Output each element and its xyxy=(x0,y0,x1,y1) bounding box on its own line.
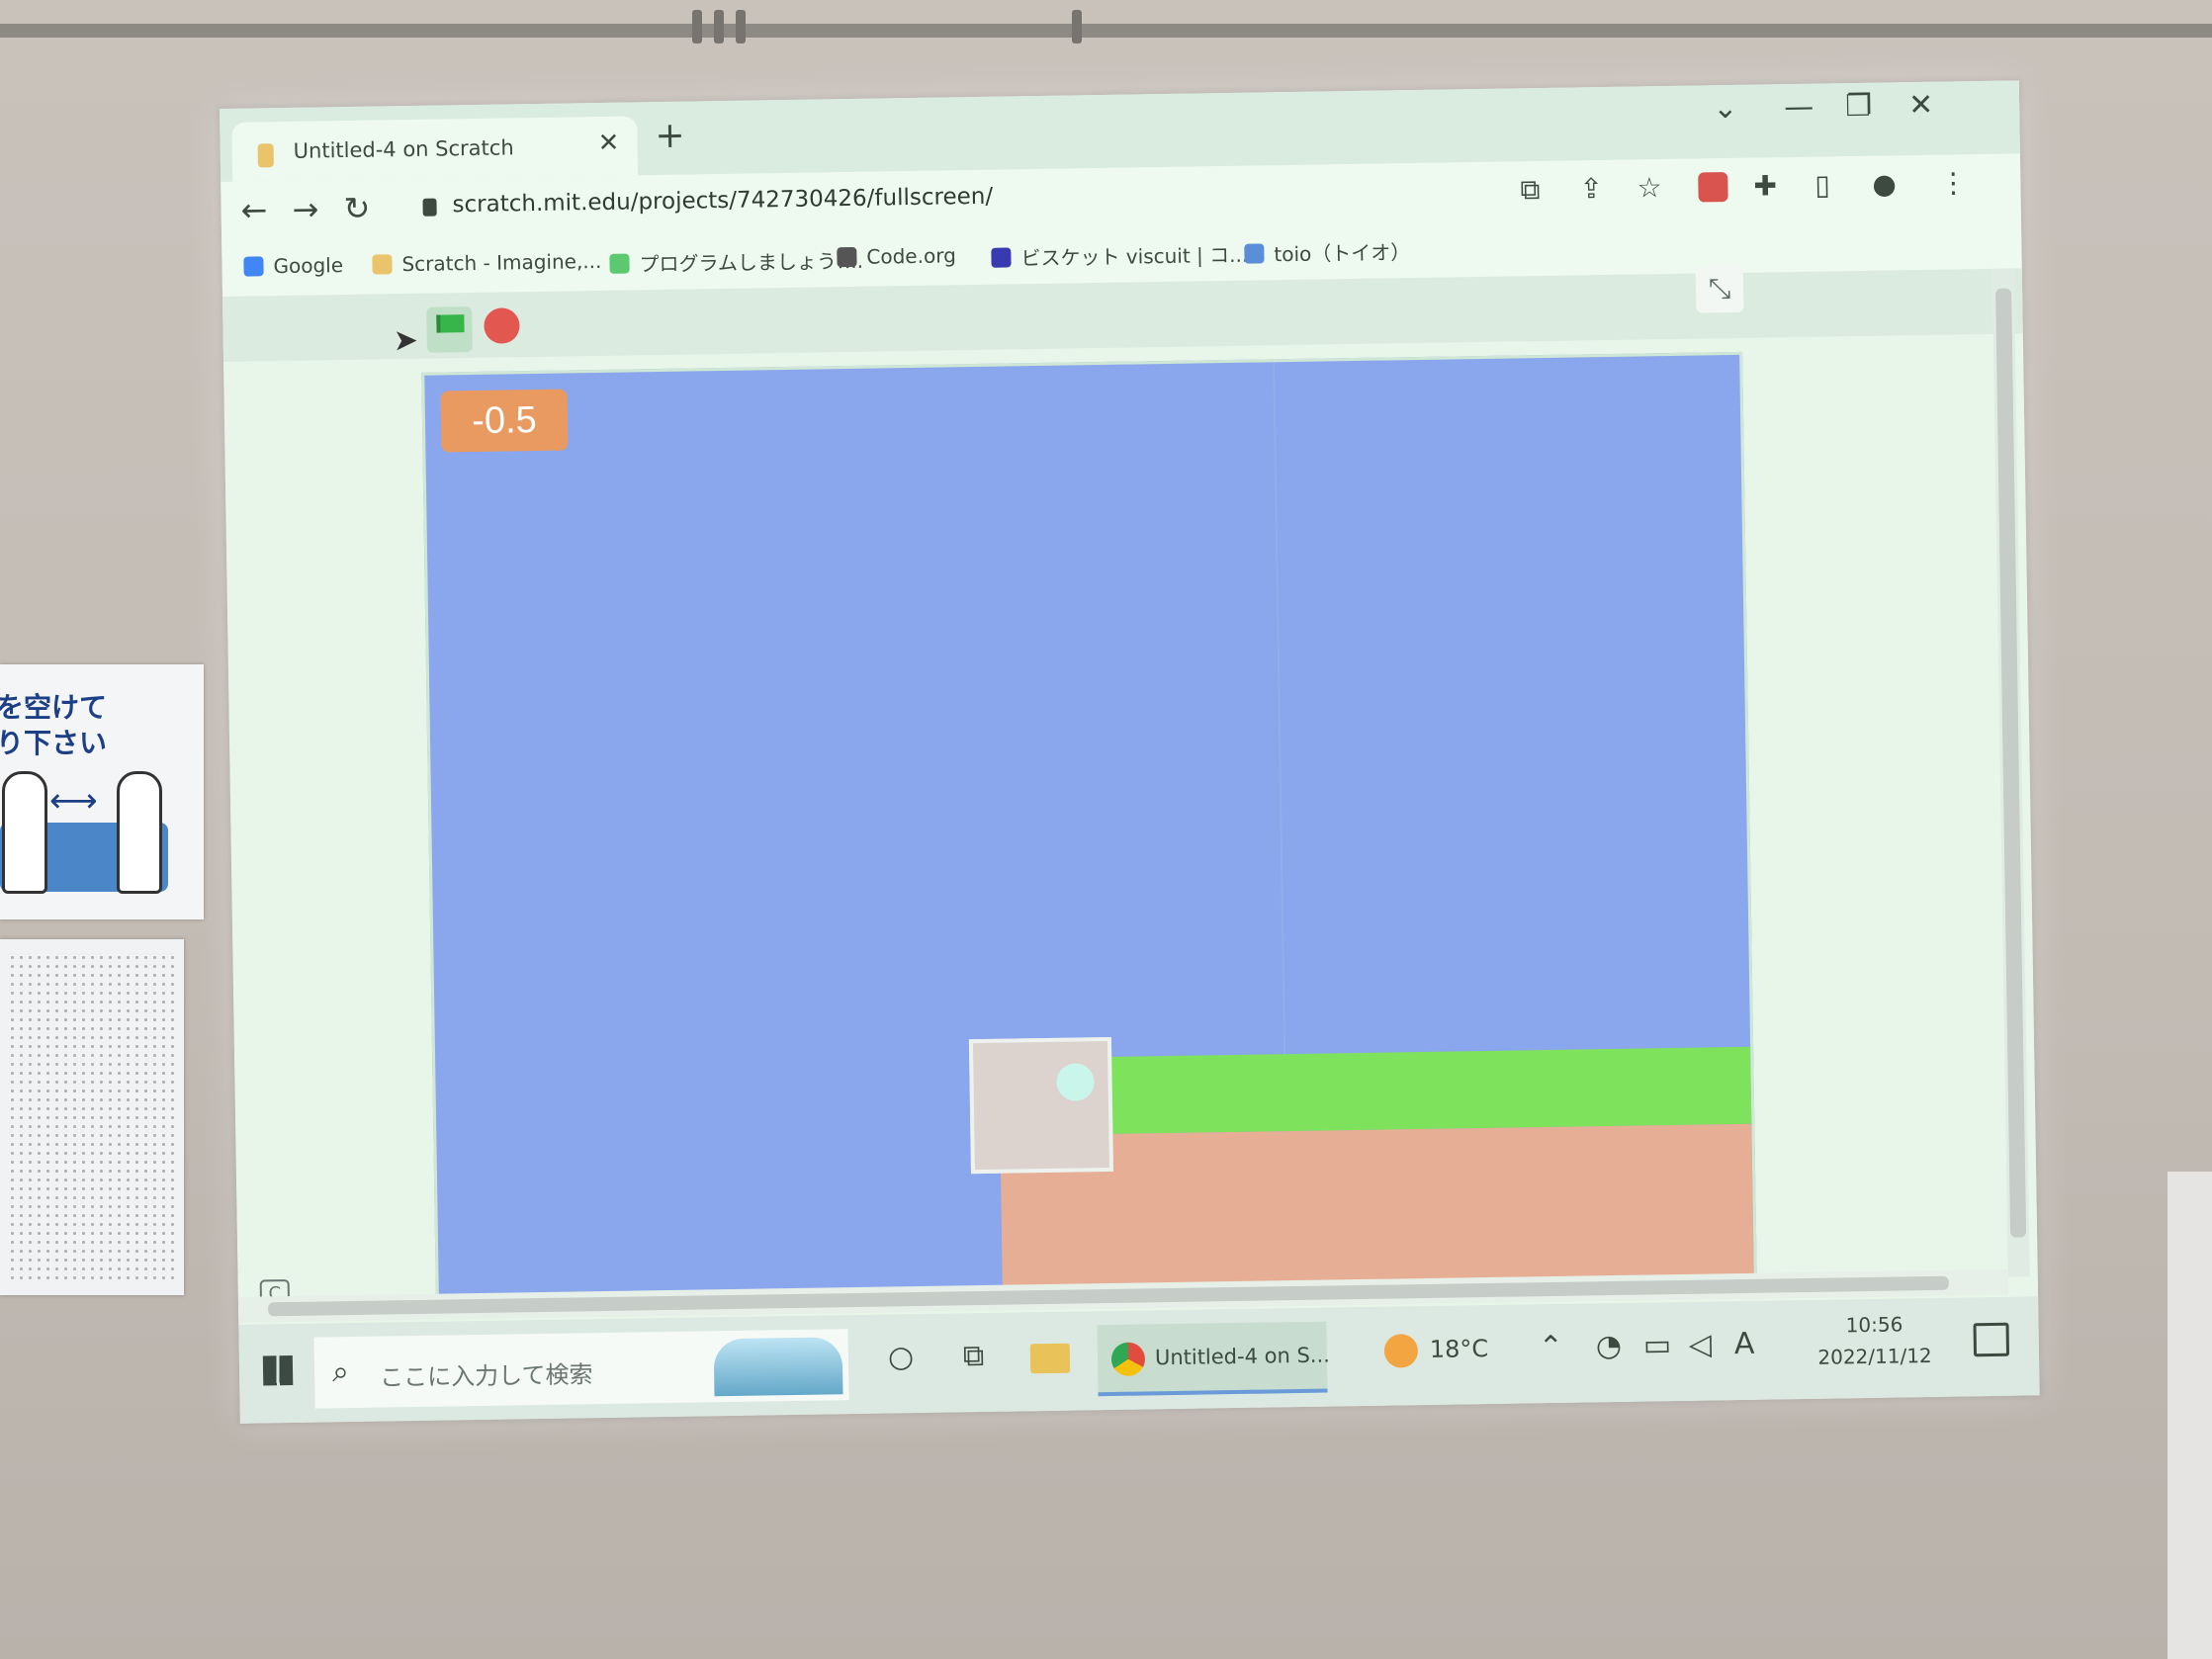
grass-platform xyxy=(1107,1046,1752,1135)
task-view-icon[interactable]: ⧉ xyxy=(963,1339,985,1373)
search-placeholder: ここに入力して検索 xyxy=(379,1360,593,1392)
rail-clip xyxy=(736,10,746,44)
poster-text-line2: り下さい xyxy=(0,727,108,759)
exit-fullscreen-button[interactable]: ⤡ xyxy=(1695,264,1744,313)
profile-icon[interactable]: ● xyxy=(1872,167,1897,200)
bookmark-viscuit[interactable]: ビスケット viscuit | コ... xyxy=(991,239,1248,272)
side-panel-icon[interactable]: ▯ xyxy=(1814,168,1830,201)
file-explorer-icon[interactable] xyxy=(1029,1343,1071,1374)
ceiling-rail xyxy=(0,24,2212,38)
cortana-icon[interactable]: ○ xyxy=(888,1340,915,1374)
calendar-grid xyxy=(8,953,176,1279)
scratch-icon xyxy=(372,254,393,275)
close-window-button[interactable]: ✕ xyxy=(1908,88,1934,123)
lock-icon[interactable] xyxy=(422,198,437,217)
bookmark-toio[interactable]: toio（トイオ） xyxy=(1244,236,1410,268)
viscuit-icon xyxy=(991,246,1012,268)
puzzle-icon[interactable]: ✚ xyxy=(1753,169,1777,202)
search-highlight-art xyxy=(713,1337,843,1397)
double-arrow-icon: ⟷ xyxy=(49,781,98,821)
cloud-icon xyxy=(609,253,630,274)
tab-title: Untitled-4 on Scratch xyxy=(293,135,514,163)
distancing-poster: を空けて り下さい ⟷ xyxy=(0,664,204,919)
grid-icon xyxy=(837,246,857,268)
rail-clip xyxy=(714,10,724,44)
taskbar-search[interactable]: ⌕ ここに入力して検索 xyxy=(313,1329,849,1409)
bookmark-label: プログラムしましょう!... xyxy=(639,248,864,277)
temperature[interactable]: 18°C xyxy=(1430,1335,1489,1363)
person-figure xyxy=(2,771,47,894)
share-icon[interactable]: ⇪ xyxy=(1579,172,1603,205)
battery-icon[interactable]: ▭ xyxy=(1643,1328,1672,1362)
dirt-ground xyxy=(1000,1123,1754,1286)
scratch-favicon-icon xyxy=(257,143,274,168)
scratch-stage[interactable]: -0.5 xyxy=(421,351,1757,1298)
clock-time[interactable]: 10:56 xyxy=(1814,1312,1933,1338)
bookmark-programming[interactable]: プログラムしましょう!... xyxy=(609,245,863,278)
restore-button[interactable]: ❐ xyxy=(1845,89,1872,124)
bookmark-label: ビスケット viscuit | コ... xyxy=(1020,242,1249,271)
green-flag-icon xyxy=(436,314,465,333)
address-bar[interactable]: scratch.mit.edu/projects/742730426/fulls… xyxy=(452,184,993,218)
poster-text-line1: を空けて xyxy=(0,691,108,724)
rail-clip xyxy=(692,10,702,44)
person-figure xyxy=(117,771,162,894)
mouse-cursor-icon: ➤ xyxy=(393,322,419,359)
notification-icon[interactable] xyxy=(1973,1322,2010,1357)
windows-start-icon[interactable] xyxy=(262,1354,294,1386)
tab-close-icon[interactable]: ✕ xyxy=(597,129,619,158)
rail-clip xyxy=(1072,10,1082,44)
bookmark-label: Code.org xyxy=(866,243,956,269)
bookmark-google[interactable]: Google xyxy=(243,253,343,279)
chrome-task-label: Untitled-4 on S... xyxy=(1154,1343,1331,1370)
menu-kebab-icon[interactable]: ⋮ xyxy=(1939,166,1968,199)
vertical-scrollbar[interactable] xyxy=(1991,268,2030,1277)
chrome-icon xyxy=(1110,1342,1146,1376)
bookmark-star-icon[interactable]: ☆ xyxy=(1637,171,1662,204)
google-icon xyxy=(243,256,264,277)
clock-date[interactable]: 2022/11/12 xyxy=(1796,1344,1954,1370)
forward-button[interactable]: → xyxy=(292,190,318,227)
minimize-button[interactable]: — xyxy=(1784,90,1814,125)
green-flag-button[interactable] xyxy=(426,306,473,353)
ime-indicator[interactable]: A xyxy=(1734,1327,1755,1361)
vertical-scroll-thumb[interactable] xyxy=(1995,288,2027,1238)
calendar-poster xyxy=(0,939,184,1295)
bookmark-label: Google xyxy=(273,253,344,279)
poster-text: を空けて り下さい xyxy=(0,690,107,761)
translate-icon[interactable]: ⧉ xyxy=(1520,173,1541,207)
weather-sun-icon[interactable] xyxy=(1383,1334,1419,1368)
stop-button[interactable] xyxy=(484,307,520,344)
bookmark-label: Scratch - Imagine,... xyxy=(401,248,602,277)
tab-search-chevron-icon[interactable]: ⌄ xyxy=(1713,91,1738,126)
reload-button[interactable]: ↻ xyxy=(343,190,370,227)
toio-icon xyxy=(1244,242,1265,264)
back-button[interactable]: ← xyxy=(240,191,267,228)
network-icon[interactable]: ◔ xyxy=(1596,1329,1623,1363)
player-sprite[interactable] xyxy=(968,1036,1113,1175)
new-tab-button[interactable]: + xyxy=(655,116,685,156)
tray-chevron-icon[interactable]: ⌃ xyxy=(1539,1330,1564,1364)
extension-icon[interactable] xyxy=(1698,172,1728,203)
bookmark-codeorg[interactable]: Code.org xyxy=(837,243,956,269)
player-eye xyxy=(1056,1063,1095,1101)
bookmark-label: toio（トイオ） xyxy=(1274,240,1411,267)
variable-monitor: -0.5 xyxy=(440,389,569,453)
volume-icon[interactable]: ◁ xyxy=(1689,1327,1713,1361)
scratch-fullscreen-page: ➤ ⤡ -0.5 C xyxy=(221,264,2039,1325)
whiteboard-edge xyxy=(2168,1172,2212,1659)
bookmark-scratch[interactable]: Scratch - Imagine,... xyxy=(372,248,602,277)
browser-tab[interactable]: Untitled-4 on Scratch ✕ xyxy=(231,116,639,182)
search-icon: ⌕ xyxy=(331,1354,350,1390)
chrome-taskbar-item[interactable]: Untitled-4 on S... xyxy=(1097,1321,1331,1397)
projected-screen: Untitled-4 on Scratch ✕ + ⌄ — ❐ ✕ ← → ↻ … xyxy=(220,80,2040,1424)
